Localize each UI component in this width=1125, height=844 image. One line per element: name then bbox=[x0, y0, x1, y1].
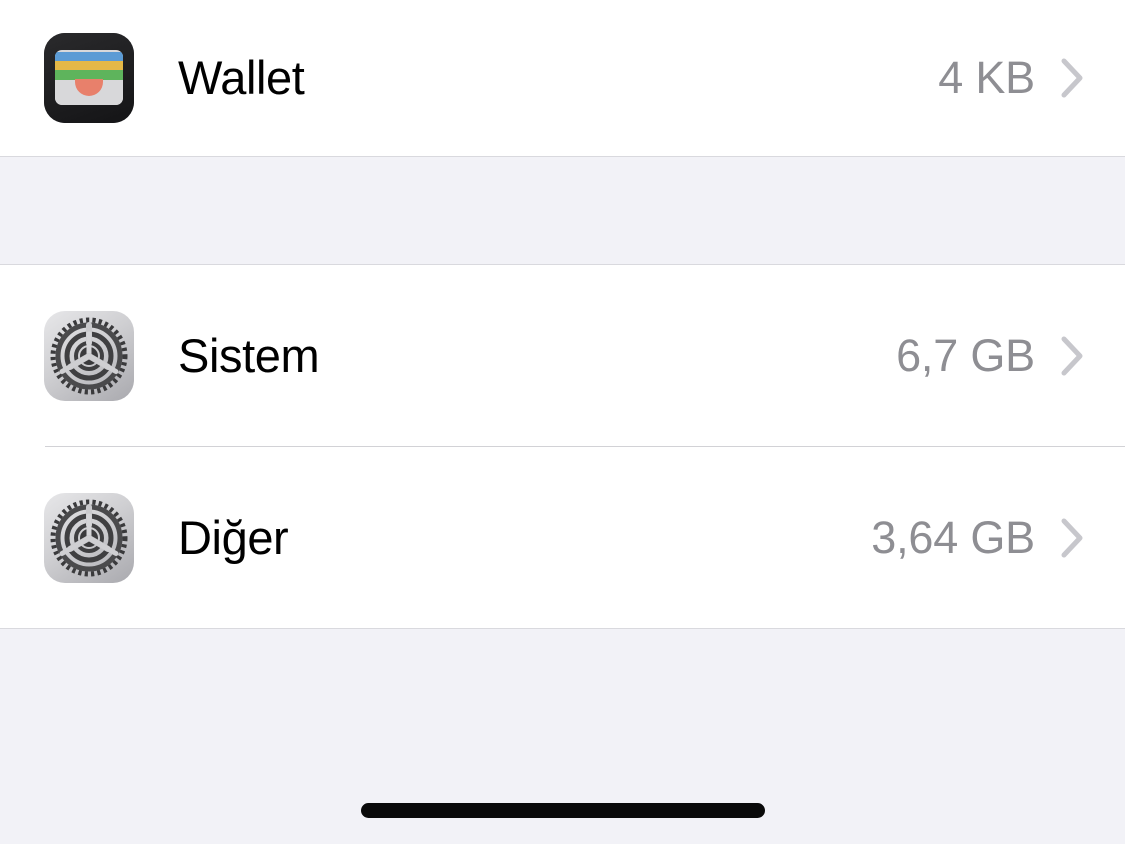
storage-row-size: 4 KB bbox=[938, 51, 1035, 103]
storage-row-label: Diğer bbox=[178, 511, 289, 565]
iphone-storage-screen: Wallet 4 KB Sistem 6,7 GB Diğer 3,64 GB bbox=[0, 0, 1125, 844]
chevron-right-icon[interactable] bbox=[1061, 517, 1085, 559]
storage-row-wallet[interactable]: Wallet 4 KB bbox=[0, 0, 1125, 155]
chevron-right-icon[interactable] bbox=[1061, 57, 1085, 99]
settings-gear-icon bbox=[44, 311, 134, 401]
storage-row-label: Sistem bbox=[178, 329, 320, 383]
storage-row-sistem[interactable]: Sistem 6,7 GB bbox=[0, 265, 1125, 447]
storage-row-size: 3,64 GB bbox=[871, 512, 1035, 563]
home-indicator[interactable] bbox=[361, 803, 765, 818]
chevron-right-icon[interactable] bbox=[1061, 335, 1085, 377]
storage-row-label: Wallet bbox=[178, 50, 305, 104]
storage-row-diger[interactable]: Diğer 3,64 GB bbox=[0, 447, 1125, 629]
settings-gear-icon bbox=[44, 493, 134, 583]
section-gap-band bbox=[0, 156, 1125, 265]
storage-section-apps: Wallet 4 KB bbox=[0, 0, 1125, 156]
wallet-icon bbox=[44, 32, 134, 123]
storage-row-size: 6,7 GB bbox=[896, 330, 1035, 381]
storage-section-system: Sistem 6,7 GB Diğer 3,64 GB bbox=[0, 265, 1125, 629]
